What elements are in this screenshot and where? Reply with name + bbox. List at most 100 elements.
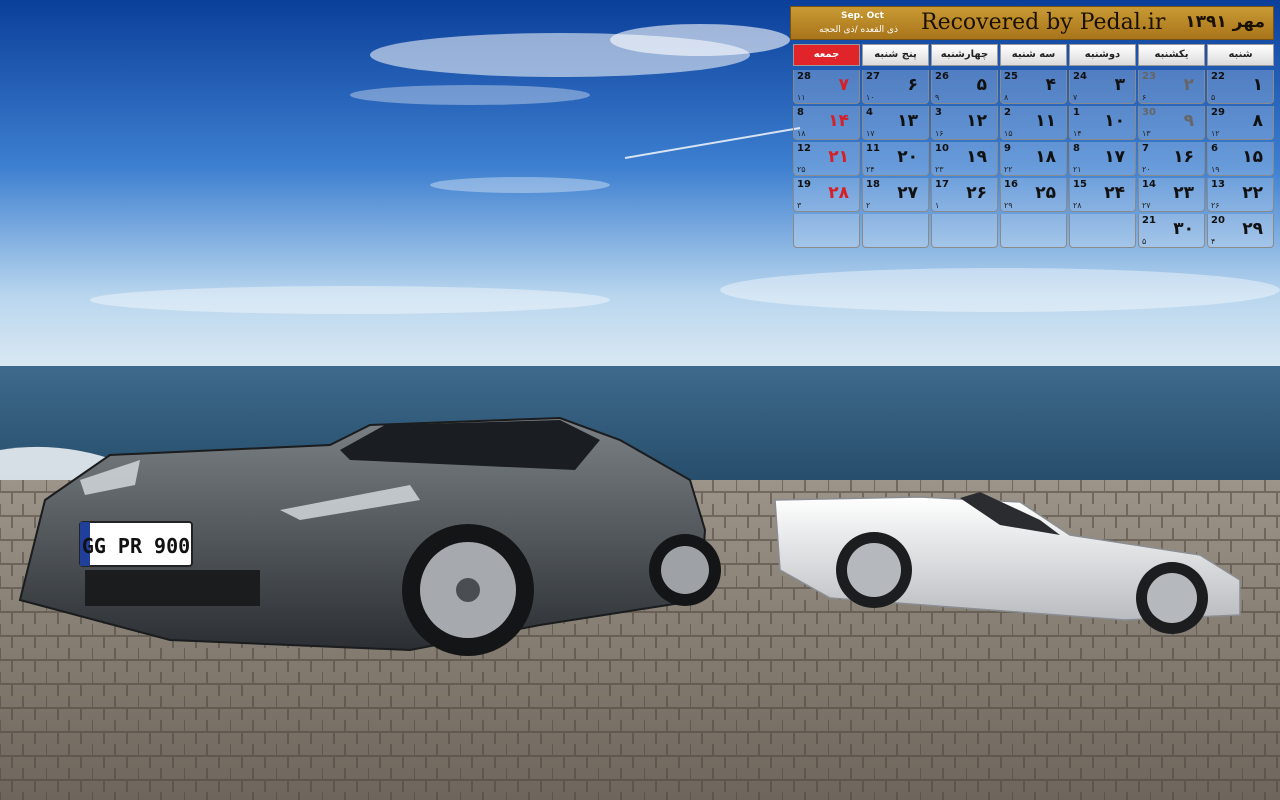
persian-day: ۲۸ <box>828 183 849 203</box>
calendar-day-cell: 7 ۲۰ ۱۶ <box>1138 142 1205 176</box>
calendar-day-cell: 9 ۲۲ ۱۸ <box>1000 142 1067 176</box>
hijri-day: ۲۱ <box>1073 165 1082 174</box>
hijri-day: ۱۰ <box>866 93 875 102</box>
gregorian-day: 7 <box>1142 143 1149 154</box>
weekday-label: دوشنبه <box>1069 44 1136 66</box>
hijri-day: ۵ <box>1142 237 1147 246</box>
calendar-day-cell: 15 ۲۸ ۲۴ <box>1069 178 1136 212</box>
hijri-day: ۱۱ <box>797 93 806 102</box>
persian-day: ۲۵ <box>1035 183 1056 203</box>
persian-day: ۳۰ <box>1173 219 1194 239</box>
calendar-day-cell: 27 ۱۰ ۶ <box>862 70 929 104</box>
cloud <box>610 24 790 56</box>
cloud <box>720 268 1280 312</box>
gregorian-day: 18 <box>866 179 880 190</box>
calendar-day-cell: 24 ۷ ۳ <box>1069 70 1136 104</box>
cloud <box>350 85 590 105</box>
hijri-day: ۲۴ <box>866 165 875 174</box>
persian-day: ۲۶ <box>966 183 987 203</box>
gregorian-day: 11 <box>866 143 880 154</box>
persian-day: ۱۶ <box>1173 147 1194 167</box>
gregorian-day: 13 <box>1211 179 1225 190</box>
hijri-day: ۸ <box>1004 93 1009 102</box>
calendar-day-cell: 2 ۱۵ ۱۱ <box>1000 106 1067 140</box>
gregorian-day: 9 <box>1004 143 1011 154</box>
calendar-day-cell: 14 ۲۷ ۲۳ <box>1138 178 1205 212</box>
calendar-day-cell <box>862 214 929 248</box>
calendar-day-cell: 17 ۱ ۲۶ <box>931 178 998 212</box>
calendar-day-cell: 1 ۱۴ ۱۰ <box>1069 106 1136 140</box>
gregorian-day: 17 <box>935 179 949 190</box>
hijri-day: ۲۶ <box>1211 201 1220 210</box>
license-plate-text: GG PR 900 <box>82 534 190 558</box>
calendar-day-cell: 4 ۱۷ ۱۳ <box>862 106 929 140</box>
hijri-day: ۲۲ <box>1004 165 1013 174</box>
calendar-day-cell: 28 ۱۱ ۷ <box>793 70 860 104</box>
calendar-day-cell: 19 ۳ ۲۸ <box>793 178 860 212</box>
hijri-day: ۲۷ <box>1142 201 1151 210</box>
hijri-day: ۲۹ <box>1004 201 1013 210</box>
hijri-day: ۵ <box>1211 93 1216 102</box>
calendar-week-row: 6 ۱۹ ۱۵ 7 ۲۰ ۱۶ 8 ۲۱ ۱۷ 9 ۲۲ ۱۸ 10 ۲۳ ۱۹ 11 ۲۴ ۲۰ 12 ۲۵ ۲۱ <box>790 142 1274 178</box>
persian-day: ۷ <box>838 75 849 95</box>
persian-day: ۲۱ <box>828 147 849 167</box>
hijri-day: ۲۰ <box>1142 165 1151 174</box>
calendar-day-cell: 18 ۲ ۲۷ <box>862 178 929 212</box>
calendar-day-cell: 13 ۲۶ ۲۲ <box>1207 178 1274 212</box>
persian-day: ۱۸ <box>1035 147 1056 167</box>
calendar-day-cell: 8 ۲۱ ۱۷ <box>1069 142 1136 176</box>
calendar-day-cell: 10 ۲۳ ۱۹ <box>931 142 998 176</box>
hijri-day: ۲۵ <box>797 165 806 174</box>
gregorian-day: 25 <box>1004 71 1018 82</box>
gregorian-day: 1 <box>1073 107 1080 118</box>
calendar-day-cell: 8 ۱۸ ۱۴ <box>793 106 860 140</box>
calendar-day-cell: 22 ۵ ۱ <box>1207 70 1274 104</box>
gregorian-day: 8 <box>1073 143 1080 154</box>
hijri-day: ۷ <box>1073 93 1078 102</box>
hijri-day: ۱۶ <box>935 129 944 138</box>
calendar-day-cell: 12 ۲۵ ۲۱ <box>793 142 860 176</box>
hijri-day: ۶ <box>1142 93 1147 102</box>
gregorian-day: 8 <box>797 107 804 118</box>
gregorian-day: 28 <box>797 71 811 82</box>
gregorian-months: Sep. Oct <box>841 11 884 21</box>
hijri-day: ۱۹ <box>1211 165 1220 174</box>
gregorian-day: 14 <box>1142 179 1156 190</box>
weekday-header-row: شنبه یکشنبه دوشنبه سه شنبه چهارشنبه پنج … <box>790 44 1274 66</box>
persian-day: ۱۵ <box>1242 147 1263 167</box>
persian-day: ۱۴ <box>828 111 849 131</box>
gregorian-day: 19 <box>797 179 811 190</box>
hijri-day: ۱۵ <box>1004 129 1013 138</box>
calendar-day-cell: 30 ۱۳ ۹ <box>1138 106 1205 140</box>
persian-day: ۶ <box>907 75 918 95</box>
cloud <box>430 177 610 193</box>
persian-day: ۲۳ <box>1173 183 1194 203</box>
persian-day: ۱۱ <box>1035 111 1056 131</box>
hijri-day: ۱۷ <box>866 129 875 138</box>
gregorian-day: 4 <box>866 107 873 118</box>
weekday-label: پنج شنبه <box>862 44 929 66</box>
persian-day: ۲۰ <box>897 147 918 167</box>
gregorian-day: 2 <box>1004 107 1011 118</box>
gregorian-day: 6 <box>1211 143 1218 154</box>
gregorian-day: 30 <box>1142 107 1156 118</box>
gregorian-day: 3 <box>935 107 942 118</box>
persian-day: ۱۰ <box>1104 111 1125 131</box>
gregorian-day: 12 <box>797 143 811 154</box>
calendar-day-cell: 29 ۱۲ ۸ <box>1207 106 1274 140</box>
calendar-day-cell <box>1069 214 1136 248</box>
gregorian-day: 29 <box>1211 107 1225 118</box>
weekday-label: یکشنبه <box>1138 44 1205 66</box>
persian-day: ۱ <box>1252 75 1263 95</box>
calendar-month: مهر ۱۳۹۱ <box>1185 12 1265 32</box>
calendar-day-cell <box>1000 214 1067 248</box>
weekday-label: چهارشنبه <box>931 44 998 66</box>
calendar-grid: 22 ۵ ۱ 23 ۶ ۲ 24 ۷ ۳ 25 ۸ ۴ 26 ۹ ۵ 27 ۱۰ ۶ 28 ۱۱ ۷ 29 ۱۲ ۸ 30 ۱۳ ۹… <box>790 70 1274 250</box>
persian-day: ۲۴ <box>1104 183 1125 203</box>
hijri-day: ۳ <box>797 201 802 210</box>
calendar-day-cell <box>931 214 998 248</box>
hijri-months: ذی القعده /ذی الحجه <box>819 25 898 35</box>
persian-day: ۲۷ <box>897 183 918 203</box>
persian-day: ۲۹ <box>1242 219 1263 239</box>
calendar-day-cell: 6 ۱۹ ۱۵ <box>1207 142 1274 176</box>
